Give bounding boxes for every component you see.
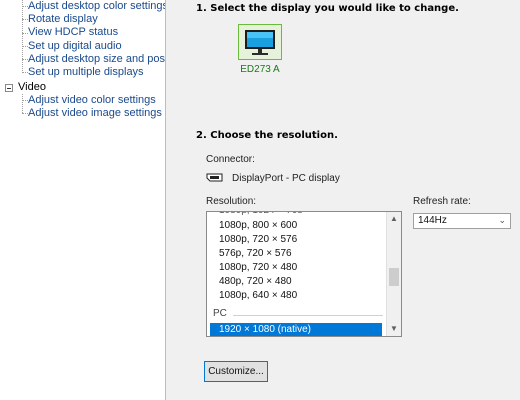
resolution-option[interactable]: 1080p, 720 × 480 [219, 261, 297, 275]
resolution-scrollbar[interactable]: ▲ ▼ [386, 212, 401, 336]
collapse-toggle-icon[interactable] [5, 84, 13, 92]
connector-value: DisplayPort - PC display [232, 173, 340, 184]
tree-guide-line [22, 0, 23, 73]
tree-guide-line [22, 94, 23, 113]
display-name-label: ED273 A [240, 64, 280, 75]
resolution-option[interactable]: 1080p, 800 × 600 [219, 219, 297, 233]
customize-button[interactable]: Customize... [204, 361, 268, 382]
group-divider [233, 315, 383, 316]
chevron-down-icon: ⌄ [498, 215, 506, 225]
navigation-tree: Adjust desktop color settings Rotate dis… [0, 0, 166, 400]
nav-item-adjust-video-image[interactable]: Adjust video image settings [28, 107, 162, 120]
nav-item-view-hdcp-status[interactable]: View HDCP status [28, 26, 118, 39]
display-tile[interactable] [238, 24, 282, 60]
scroll-down-arrow-icon[interactable]: ▼ [387, 322, 401, 336]
resolution-option[interactable]: 1080p, 720 × 576 [219, 233, 297, 247]
nav-item-adjust-desktop-size[interactable]: Adjust desktop size and position [28, 53, 165, 66]
refresh-rate-label: Refresh rate: [413, 196, 471, 207]
resolution-label: Resolution: [206, 196, 257, 207]
monitor-icon [245, 30, 275, 55]
resolution-listbox[interactable]: 1080p, 1024 × 768 1080p, 800 × 600 1080p… [206, 211, 402, 337]
nav-item-set-up-multiple-displays[interactable]: Set up multiple displays [28, 66, 144, 79]
refresh-rate-dropdown[interactable]: 144Hz ⌄ [413, 213, 511, 229]
scroll-up-arrow-icon[interactable]: ▲ [387, 212, 401, 226]
nav-item-adjust-desktop-color[interactable]: Adjust desktop color settings [28, 0, 165, 13]
resolution-option[interactable]: 1080p, 640 × 480 [219, 289, 297, 303]
content-pane: 1. Select the display you would like to … [184, 0, 520, 400]
nav-item-adjust-video-color[interactable]: Adjust video color settings [28, 94, 156, 107]
resolution-option[interactable]: 1080p, 1024 × 768 [219, 212, 303, 218]
resolution-option[interactable]: 480p, 720 × 480 [219, 275, 292, 289]
displayport-icon [206, 173, 223, 182]
nav-item-rotate-display[interactable]: Rotate display [28, 13, 98, 26]
refresh-rate-value: 144Hz [418, 215, 447, 226]
resolution-option-selected[interactable]: 1920 × 1080 (native) [210, 323, 382, 336]
pane-divider [166, 0, 184, 400]
resolution-group-header: PC [213, 308, 227, 319]
connector-label: Connector: [206, 154, 255, 165]
section-choose-resolution-heading: 2. Choose the resolution. [196, 130, 338, 141]
nav-category-video[interactable]: Video [18, 81, 46, 94]
section-select-display-heading: 1. Select the display you would like to … [196, 3, 459, 14]
resolution-option[interactable]: 576p, 720 × 576 [219, 247, 292, 261]
scrollbar-thumb[interactable] [389, 268, 399, 286]
nav-item-set-up-digital-audio[interactable]: Set up digital audio [28, 40, 122, 53]
